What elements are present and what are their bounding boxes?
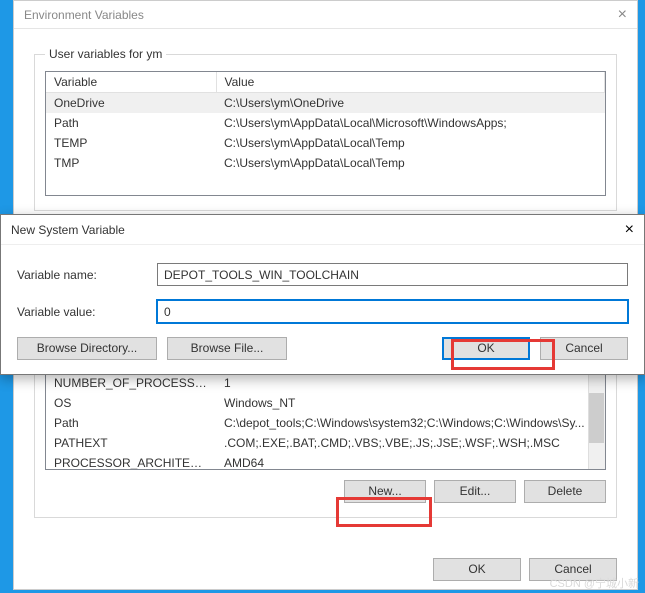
browse-file-button[interactable]: Browse File... [167,337,287,360]
close-icon[interactable]: × [618,1,627,29]
user-variables-legend: User variables for ym [45,47,166,61]
ok-button[interactable]: OK [433,558,521,581]
column-header-variable[interactable]: Variable [46,72,216,93]
table-row[interactable]: PROCESSOR_ARCHITECTUREAMD64 [46,453,605,470]
variable-name-label: Variable name: [17,268,157,282]
variable-name-input[interactable] [157,263,628,286]
table-row[interactable]: PathC:\Users\ym\AppData\Local\Microsoft\… [46,113,605,133]
table-row[interactable]: OSWindows_NT [46,393,605,413]
watermark: CSDN @宁城小新 [550,575,639,591]
close-icon[interactable]: × [625,221,634,239]
table-row[interactable]: PathC:\depot_tools;C:\Windows\system32;C… [46,413,605,433]
cancel-button[interactable]: Cancel [540,337,628,360]
variable-value-input[interactable] [157,300,628,323]
browse-directory-button[interactable]: Browse Directory... [17,337,157,360]
table-row[interactable]: TEMPC:\Users\ym\AppData\Local\Temp [46,133,605,153]
delete-button[interactable]: Delete [524,480,606,503]
env-window-title: Environment Variables [24,1,144,29]
user-variables-group: User variables for ym Variable Value One… [34,47,617,211]
new-system-variable-dialog: New System Variable × Variable name: Var… [0,214,645,375]
newvar-title-bar: New System Variable × [1,215,644,245]
variable-value-label: Variable value: [17,305,157,319]
edit-button[interactable]: Edit... [434,480,516,503]
newvar-title: New System Variable [11,223,125,237]
table-row[interactable]: OneDriveC:\Users\ym\OneDrive [46,93,605,114]
column-header-value[interactable]: Value [216,72,605,93]
table-row[interactable]: NUMBER_OF_PROCESSORS1 [46,373,605,393]
new-button[interactable]: New... [344,480,426,503]
table-row[interactable]: TMPC:\Users\ym\AppData\Local\Temp [46,153,605,173]
table-row[interactable]: PATHEXT.COM;.EXE;.BAT;.CMD;.VBS;.VBE;.JS… [46,433,605,453]
ok-button[interactable]: OK [442,337,530,360]
env-title-bar: Environment Variables × [14,1,637,29]
user-variables-table[interactable]: Variable Value OneDriveC:\Users\ym\OneDr… [45,71,606,196]
